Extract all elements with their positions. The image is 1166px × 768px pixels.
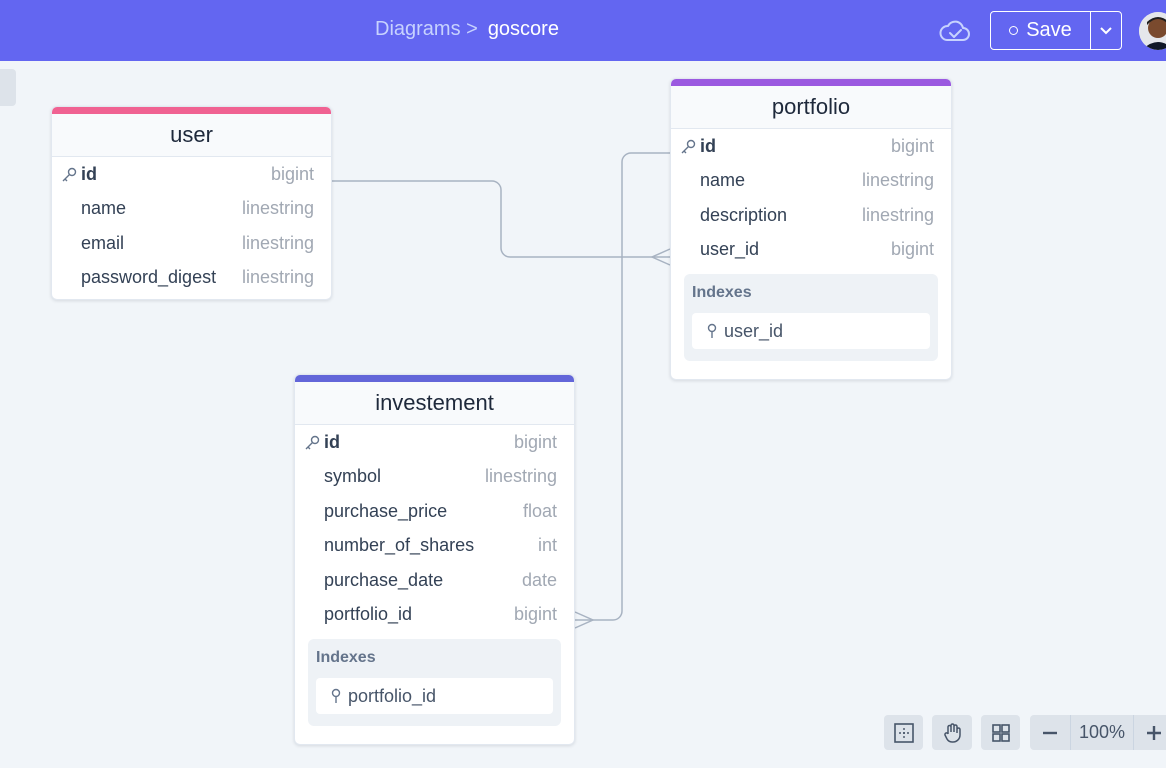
diagram-title[interactable]: goscore (488, 18, 559, 41)
index-item[interactable]: portfolio_id (316, 678, 553, 714)
zoom-controls: 100% (1030, 715, 1166, 750)
table-name: investement (375, 389, 494, 415)
user-avatar[interactable] (1139, 12, 1166, 50)
table-header[interactable]: investement (295, 375, 574, 425)
sidebar-toggle[interactable] (0, 69, 16, 106)
field-row-user-id[interactable]: user_id bigint (671, 233, 951, 268)
field-name: id (81, 163, 97, 184)
field-type: bigint (513, 604, 557, 625)
field-type: bigint (890, 239, 934, 260)
field-row-id[interactable]: id bigint (52, 157, 331, 192)
primary-key-icon (681, 139, 696, 154)
field-type: bigint (513, 431, 557, 452)
field-type: linestring (861, 204, 934, 225)
field-name: number_of_shares (324, 535, 475, 556)
relation-user-portfolio (332, 180, 670, 258)
zoom-level: 100% (1070, 715, 1134, 750)
field-type: linestring (241, 232, 314, 253)
field-row-symbol[interactable]: symbol linestring (295, 460, 574, 495)
crowfoot-portfolio-id (574, 611, 595, 629)
field-row-id[interactable]: id bigint (295, 425, 574, 460)
zoom-out-button[interactable] (1030, 715, 1070, 750)
primary-key-icon (62, 167, 77, 182)
zoom-in-button[interactable] (1134, 715, 1166, 750)
field-name: user_id (700, 239, 760, 260)
field-type: linestring (484, 466, 557, 487)
field-name: portfolio_id (324, 604, 413, 625)
field-type: int (537, 535, 557, 556)
field-name: id (700, 135, 716, 156)
grid-view-button[interactable] (981, 715, 1020, 750)
index-name: user_id (724, 320, 784, 341)
table-name: portfolio (771, 93, 851, 119)
field-name: email (81, 232, 125, 253)
chevron-down-icon (1100, 26, 1112, 34)
table-name: user (170, 121, 213, 147)
crowfoot-user-id (650, 248, 671, 266)
field-type: bigint (270, 163, 314, 184)
field-row-description[interactable]: description linestring (671, 198, 951, 233)
field-name: name (700, 170, 746, 191)
index-pin-icon (707, 323, 717, 338)
field-row-name[interactable]: name linestring (671, 164, 951, 199)
field-row-purchase-date[interactable]: purchase_date date (295, 563, 574, 598)
field-type: bigint (890, 135, 934, 156)
indexes-title: Indexes (316, 649, 376, 666)
field-name: name (81, 198, 127, 219)
index-name: portfolio_id (348, 685, 437, 706)
pan-tool-button[interactable] (932, 715, 972, 750)
field-row-id[interactable]: id bigint (671, 129, 951, 164)
save-button[interactable]: Save (991, 12, 1091, 49)
field-type: linestring (861, 170, 934, 191)
cloud-saved-icon[interactable] (938, 14, 972, 48)
field-row-purchase-price[interactable]: purchase_price float (295, 494, 574, 529)
breadcrumb: Diagrams > goscore (375, 18, 559, 41)
field-type: float (522, 500, 557, 521)
pan-hand-icon (944, 722, 961, 743)
fit-view-icon (893, 722, 914, 743)
table-investement[interactable]: investement id bigint symbol linestring … (294, 374, 575, 745)
table-portfolio[interactable]: portfolio id bigint name linestring desc… (670, 78, 952, 380)
field-row-email[interactable]: email linestring (52, 226, 331, 261)
field-row-name[interactable]: name linestring (52, 192, 331, 227)
zoom-out-icon (1043, 731, 1057, 734)
field-type: linestring (241, 198, 314, 219)
relation-portfolio-investement (575, 152, 670, 621)
indexes-title: Indexes (692, 284, 752, 301)
field-type: date (521, 569, 557, 590)
zoom-in-icon (1147, 725, 1161, 740)
indexes-panel: Indexes user_id (684, 274, 938, 361)
save-label: Save (1026, 19, 1072, 41)
table-header[interactable]: portfolio (671, 79, 951, 129)
field-row-password-digest[interactable]: password_digest linestring (52, 261, 331, 296)
grid-icon (991, 723, 1010, 742)
save-button-group: Save (990, 11, 1122, 50)
field-name: password_digest (81, 267, 217, 288)
field-name: symbol (324, 466, 382, 487)
field-name: id (324, 431, 340, 452)
index-pin-icon (331, 688, 341, 703)
primary-key-icon (305, 435, 320, 450)
top-bar: Diagrams > goscore Save (0, 0, 1166, 61)
field-name: purchase_date (324, 569, 444, 590)
field-name: purchase_price (324, 500, 448, 521)
index-item[interactable]: user_id (692, 313, 930, 349)
field-row-portfolio-id[interactable]: portfolio_id bigint (295, 598, 574, 633)
indexes-panel: Indexes portfolio_id (308, 639, 561, 726)
save-options-dropdown[interactable] (1091, 12, 1121, 49)
fit-view-button[interactable] (884, 715, 923, 750)
field-type: linestring (241, 267, 314, 288)
field-row-number-of-shares[interactable]: number_of_shares int (295, 529, 574, 564)
field-name: description (700, 204, 788, 225)
table-header[interactable]: user (52, 107, 331, 157)
breadcrumb-diagrams-link[interactable]: Diagrams > (375, 18, 478, 41)
table-user[interactable]: user id bigint name linestring email lin… (51, 106, 332, 300)
status-dot-icon (1009, 26, 1019, 35)
